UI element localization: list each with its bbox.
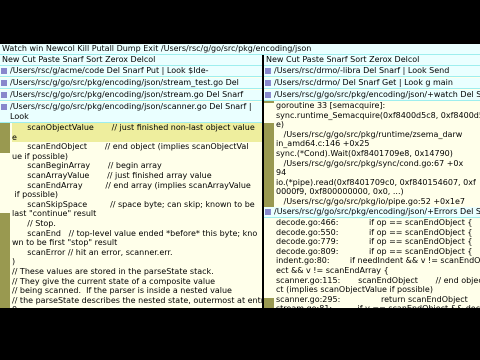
window-scanner-go: /Users/rsc/g/go/src/pkg/encoding/json/sc… [0, 102, 262, 308]
code-line[interactable]: scanEnd // top-level value ended *before… [12, 229, 262, 239]
editor-body[interactable]: decode.go:466: if op == scanEndObject {d… [276, 218, 480, 308]
window-drmo: /Users/rsc/drmo/ Del Snarf Get | Look g … [264, 78, 480, 90]
code-line[interactable]: e [12, 133, 262, 143]
code-line[interactable]: ct (implies scanObjectValue if possible) [276, 285, 480, 295]
code-line[interactable]: // being scanned. If the parser is insid… [12, 286, 262, 296]
code-line[interactable]: scanner.go:115: scanEndObject // end obj… [276, 276, 480, 286]
code-line[interactable]: wn to be first "stop" result [12, 238, 262, 248]
acme-screen: Watch win Newcol Kill Putall Dump Exit /… [0, 44, 480, 308]
code-line[interactable]: in_amd64.c:146 +0x25 [276, 139, 480, 149]
scrollbar-thumb[interactable] [0, 153, 10, 213]
scrollbar-thumb[interactable] [264, 218, 274, 298]
window-layout-box[interactable] [265, 80, 271, 86]
code-line[interactable]: scanSkipSpace // space byte; can skip; k… [12, 200, 262, 210]
window-tag[interactable]: /Users/rsc/drmo/-libra Del Snarf | Look … [264, 66, 480, 77]
code-line[interactable]: /Users/rsc/g/go/src/pkg/runtime/zsema_da… [276, 130, 480, 140]
code-line[interactable]: scanEndObject // end object (implies sca… [12, 142, 262, 152]
code-line[interactable]: ect && v != scanEndArray { [276, 266, 480, 276]
editor-body[interactable]: scanObjectValue // just finished non-las… [12, 123, 262, 308]
editor-body[interactable]: goroutine 33 [semacquire]: sync.runtime_S… [276, 101, 480, 207]
code-line[interactable]: last "continue" result [12, 209, 262, 219]
window-watch: /Users/rsc/g/go/src/pkg/encoding/json/+w… [264, 90, 480, 207]
window-layout-box[interactable] [1, 104, 7, 110]
scrollbar[interactable] [0, 123, 10, 308]
code-line[interactable]: 0000f9, 0xf800000000, 0x0, ...) [276, 187, 480, 197]
code-line[interactable]: decode.go:466: if op == scanEndObject { [276, 218, 480, 228]
main-tag[interactable]: Watch win Newcol Kill Putall Dump Exit /… [0, 44, 480, 55]
code-line[interactable]: scanError // hit an error, scanner.err. [12, 248, 262, 258]
window-libra: /Users/rsc/drmo/-libra Del Snarf | Look … [264, 66, 480, 78]
code-line[interactable]: ue if possible) [12, 152, 262, 162]
code-line[interactable]: scanEndArray // end array (implies scanA… [12, 181, 262, 191]
code-line[interactable]: // These values are stored in the parseS… [12, 267, 262, 277]
code-line[interactable]: // the parseState describes the nested s… [12, 296, 262, 306]
right-column-tag[interactable]: New Cut Paste Snarf Sort Zerox Delcol [264, 55, 480, 66]
code-line[interactable]: scanBeginArray // begin array [12, 161, 262, 171]
code-line[interactable]: io.(*pipe).read(0xf8401709c0, 0xf8401546… [276, 178, 480, 188]
scrollbar[interactable] [264, 101, 274, 207]
window-tag[interactable]: /Users/rsc/g/go/src/pkg/encoding/json/sc… [0, 102, 262, 123]
code-line[interactable]: 0. [12, 305, 262, 308]
window-layout-box[interactable] [1, 92, 7, 98]
code-line[interactable]: scanObjectValue // just finished non-las… [12, 123, 262, 133]
window-tag[interactable]: /Users/rsc/drmo/ Del Snarf Get | Look g … [264, 78, 480, 89]
window-errors: /Users/rsc/g/go/src/pkg/encoding/json/+E… [264, 207, 480, 308]
window-tag[interactable]: /Users/rsc/g/go/src/pkg/encoding/json/st… [0, 90, 262, 101]
window-stream-test: /Users/rsc/g/go/src/pkg/encoding/json/st… [0, 78, 262, 90]
code-line[interactable]: scanner.go:295: return scanEndObject [276, 295, 480, 305]
code-line[interactable]: /Users/rsc/g/go/src/pkg/sync/cond.go:67 … [276, 159, 480, 169]
code-line[interactable]: // Stop. [12, 219, 262, 229]
window-layout-box[interactable] [265, 68, 271, 74]
scrollbar-thumb[interactable] [264, 103, 274, 123]
left-column-tag[interactable]: New Cut Paste Snarf Sort Zerox Delcol [0, 55, 262, 66]
code-line[interactable]: ) [12, 257, 262, 267]
window-layout-box[interactable] [265, 209, 271, 215]
right-column: New Cut Paste Snarf Sort Zerox Delcol /U… [264, 55, 480, 308]
code-line[interactable]: decode.go:809: if op == scanEndObject { [276, 247, 480, 257]
window-tag[interactable]: /Users/rsc/g/go/src/pkg/encoding/json/+w… [264, 90, 480, 101]
code-line[interactable]: decode.go:779: if op == scanEndObject { [276, 237, 480, 247]
window-layout-box[interactable] [1, 80, 7, 86]
code-line[interactable]: // They give the current state of a comp… [12, 277, 262, 287]
window-tag[interactable]: /Users/rsc/g/acme/code Del Snarf Put | L… [0, 66, 262, 77]
left-column: New Cut Paste Snarf Sort Zerox Delcol /U… [0, 55, 262, 308]
code-line[interactable]: scanArrayValue // just finished array va… [12, 171, 262, 181]
window-tag[interactable]: /Users/rsc/g/go/src/pkg/encoding/json/st… [0, 78, 262, 89]
code-line[interactable]: indent.go:80: if needIndent && v != scan… [276, 256, 480, 266]
code-line[interactable]: decode.go:550: if op == scanEndObject { [276, 228, 480, 238]
code-line[interactable]: if possible) [12, 190, 262, 200]
code-line[interactable]: e) [276, 120, 480, 130]
window-tag[interactable]: /Users/rsc/g/go/src/pkg/encoding/json/+E… [264, 207, 480, 218]
code-line[interactable]: goroutine 33 [semacquire]: [276, 101, 480, 111]
window-stream-go: /Users/rsc/g/go/src/pkg/encoding/json/st… [0, 90, 262, 102]
window-layout-box[interactable] [265, 92, 271, 98]
window-acme-code: /Users/rsc/g/acme/code Del Snarf Put | L… [0, 66, 262, 78]
code-line[interactable]: stream.go:81: if v == scanEndObject && d… [276, 304, 480, 308]
code-line[interactable]: sync.runtime_Semacquire(0xf8400d5c8, 0xf… [276, 111, 480, 121]
window-layout-box[interactable] [1, 68, 7, 74]
code-line[interactable]: /Users/rsc/g/go/src/pkg/io/pipe.go:52 +0… [276, 197, 480, 207]
code-line[interactable]: 94 [276, 168, 480, 178]
code-line[interactable]: sync.(*Cond).Wait(0xf8401709e8, 0x14790) [276, 149, 480, 159]
scrollbar[interactable] [264, 218, 274, 308]
